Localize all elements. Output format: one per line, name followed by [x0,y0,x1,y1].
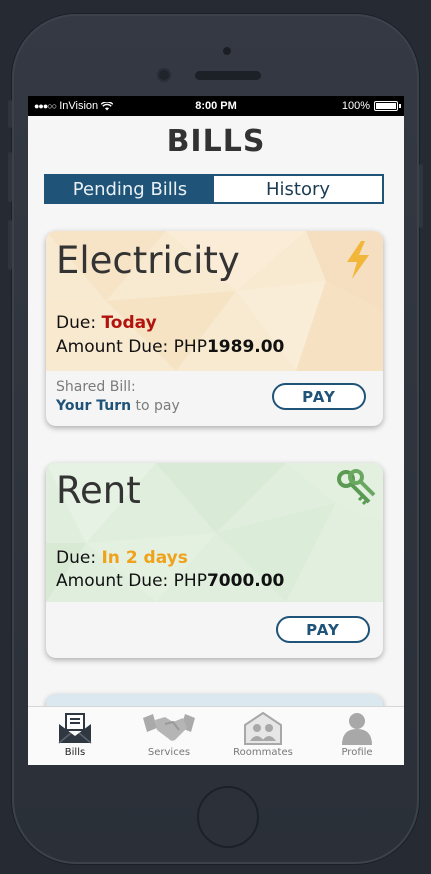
page-title: BILLS [166,124,266,159]
front-camera [157,68,171,82]
due-label: Due: [56,313,102,333]
tab-bar: Bills Services Roommates Profile [28,706,404,765]
earpiece-speaker [195,71,261,80]
bill-name: Rent [56,469,141,512]
amount-value: 7000.00 [206,571,285,591]
volume-down-button [8,220,12,270]
pay-button[interactable]: PAY [272,383,366,410]
due-line: Due: In 2 days [56,548,188,568]
keys-icon [337,469,376,506]
mute-switch [8,100,12,128]
tab-profile[interactable]: Profile [310,707,404,765]
tab-services[interactable]: Services [122,707,216,765]
tab-bills[interactable]: Bills [28,707,122,765]
person-icon [340,711,374,745]
due-value: In 2 days [101,548,188,568]
amount-label: Amount Due: PHP [56,337,207,357]
due-line: Due: Today [56,313,157,333]
battery-percent: 100% [341,100,370,112]
bills-segmented-control: Pending Bills History [44,174,384,204]
front-sensor [223,47,231,55]
tab-history[interactable]: History [214,176,382,202]
tab-label: Roommates [233,747,293,758]
bill-card-rent[interactable]: Rent Due: In 2 days Amount Due: PHP7000.… [46,463,383,658]
roommates-icon [243,711,283,745]
shared-bill-label: Shared Bill: [56,379,136,395]
bill-name: Electricity [56,239,240,282]
amount-value: 1989.00 [206,337,285,357]
tab-label: Bills [64,747,86,758]
bill-envelope-icon [58,711,92,745]
power-button [419,164,423,228]
status-bar: ●●●○○ InVision 8:00 PM 100% [28,96,404,116]
battery-icon [374,101,401,111]
card-header: Electricity Due: Today Amount Due: PHP19… [46,231,383,371]
shared-bill-info: Shared Bill: Your Turn to pay [56,378,180,416]
volume-up-button [8,152,12,202]
pay-button[interactable]: PAY [276,616,370,643]
bill-card-electricity[interactable]: Electricity Due: Today Amount Due: PHP19… [46,231,383,426]
tab-roommates[interactable]: Roommates [216,707,310,765]
turn-suffix: to pay [131,398,180,414]
card-header: Rent Due: In 2 days Amount Due: PHP7000.… [46,463,383,602]
tab-label: Profile [341,747,373,758]
turn-line: Your Turn to pay [56,397,180,416]
due-label: Due: [56,548,102,568]
tab-label: Services [147,747,191,758]
amount-label: Amount Due: PHP [56,571,207,591]
lightning-icon [347,241,369,279]
turn-label: Your Turn [56,398,132,414]
amount-line: Amount Due: PHP7000.00 [56,571,284,591]
due-value: Today [101,313,157,333]
app-screen: ●●●○○ InVision 8:00 PM 100% BILLS Pendin… [28,96,404,765]
home-button[interactable] [197,786,259,848]
amount-line: Amount Due: PHP1989.00 [56,337,284,357]
handshake-icon [143,711,195,745]
tab-pending-bills[interactable]: Pending Bills [46,176,214,202]
